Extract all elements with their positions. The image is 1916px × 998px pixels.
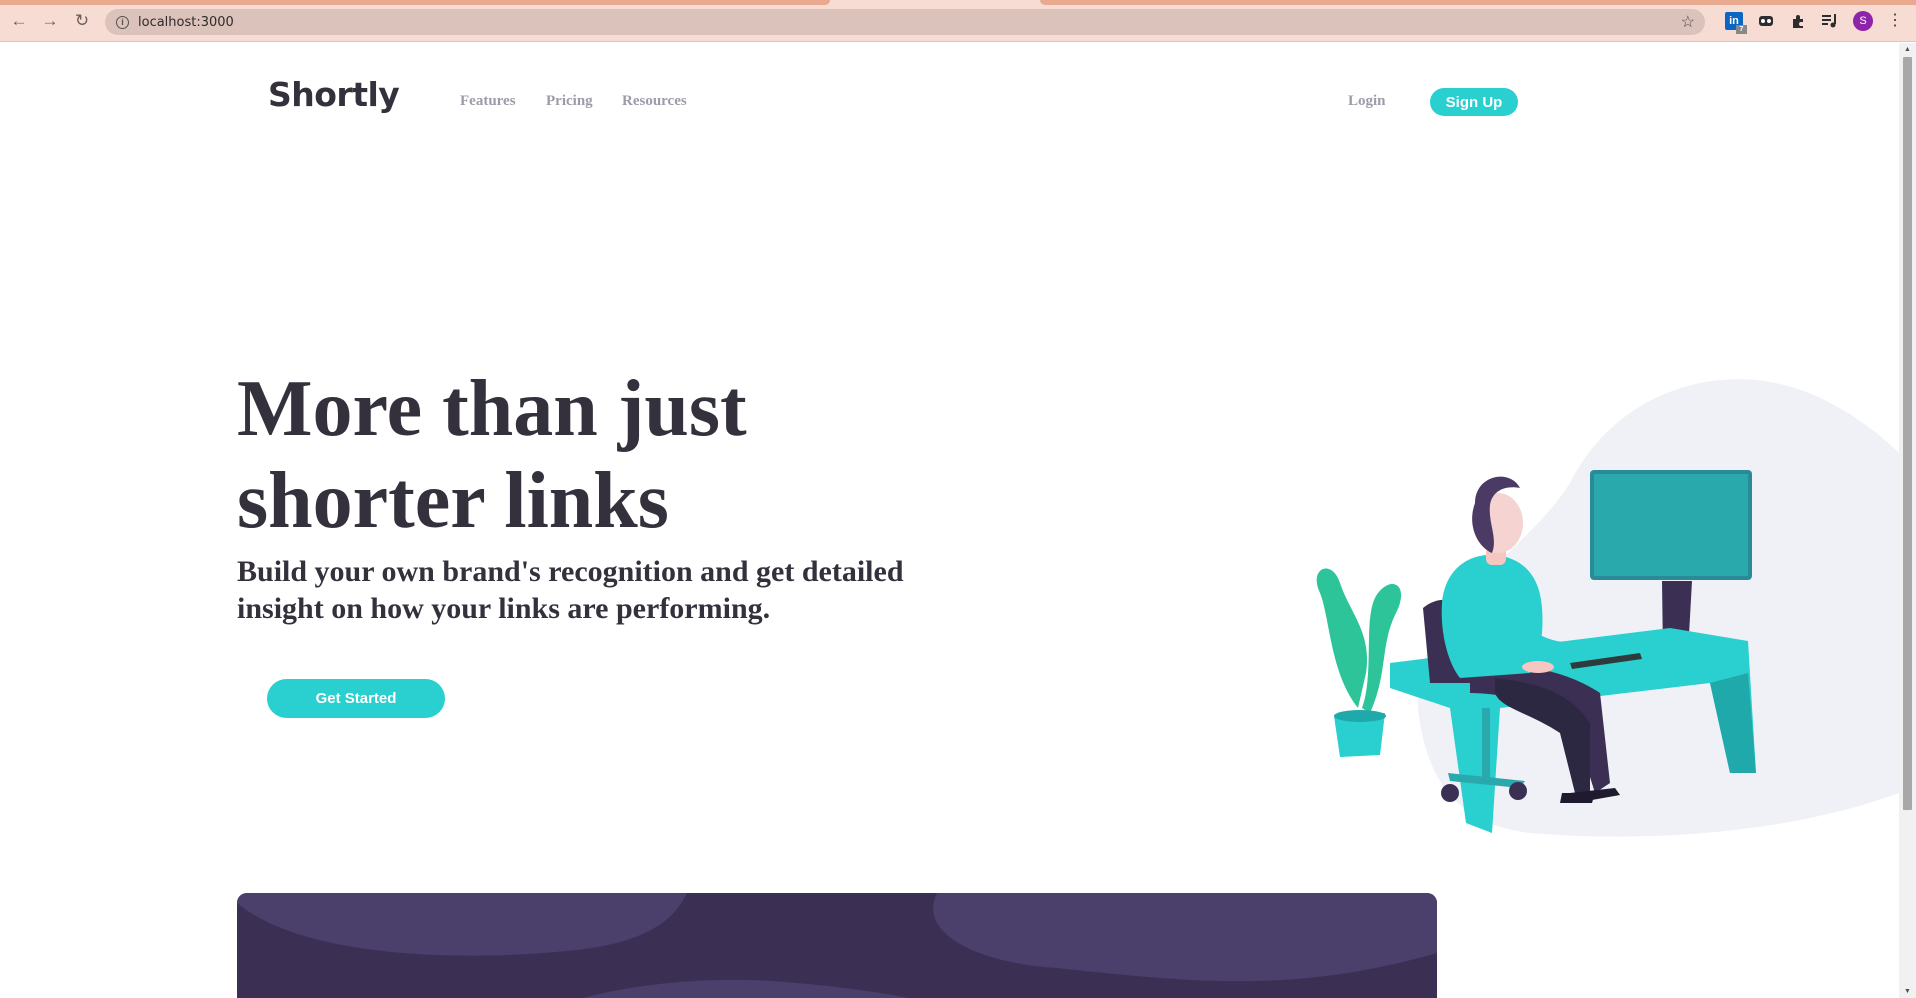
panel-wave-pattern [237,893,1437,998]
sign-up-button[interactable]: Sign Up [1430,88,1518,116]
login-link[interactable]: Login [1348,93,1386,110]
tab-strip [0,0,830,5]
scroll-down-arrow-icon[interactable]: ▼ [1903,987,1912,996]
scrollbar-thumb[interactable] [1903,57,1912,810]
shorten-link-panel [237,893,1437,998]
reload-icon[interactable]: ↻ [71,10,93,32]
site-logo[interactable]: Shortly [268,75,400,114]
puzzle-icon[interactable] [1789,12,1807,30]
back-arrow-icon[interactable]: ← [8,10,30,32]
browser-toolbar: ← → ↻ i localhost:3000 ☆ in 7 S ⋮ [0,0,1916,42]
scroll-up-arrow-icon[interactable]: ▲ [1903,45,1912,54]
forward-arrow-icon[interactable]: → [39,10,61,32]
hero-title-line-1: More than just [237,365,747,453]
get-started-button[interactable]: Get Started [267,679,445,718]
hero-title-line-2: shorter links [237,457,669,545]
linkedin-extension-icon[interactable]: in 7 [1725,12,1747,34]
extension-badge: 7 [1736,25,1747,34]
url-text[interactable]: localhost:3000 [138,15,234,30]
media-control-icon[interactable] [1821,12,1839,30]
working-illustration [1316,379,1899,837]
page-viewport: Shortly Features Pricing Resources Login… [0,43,1899,998]
plant-shape [1316,568,1402,757]
hero-subtitle: Build your own brand's recognition and g… [237,555,904,625]
tab-strip [1040,0,1916,5]
mask-extension-icon[interactable] [1757,12,1775,30]
more-menu-icon[interactable]: ⋮ [1887,10,1903,32]
address-bar[interactable]: i localhost:3000 ☆ [105,9,1705,35]
nav-link-features[interactable]: Features [460,93,516,110]
hero-title: More than just shorter links [237,363,857,547]
nav-link-pricing[interactable]: Pricing [546,93,593,110]
vertical-scrollbar[interactable]: ▲ ▼ [1899,43,1916,998]
info-icon[interactable]: i [116,15,129,29]
profile-avatar[interactable]: S [1853,11,1873,31]
star-icon[interactable]: ☆ [1681,12,1695,32]
nav-link-resources[interactable]: Resources [622,93,687,110]
